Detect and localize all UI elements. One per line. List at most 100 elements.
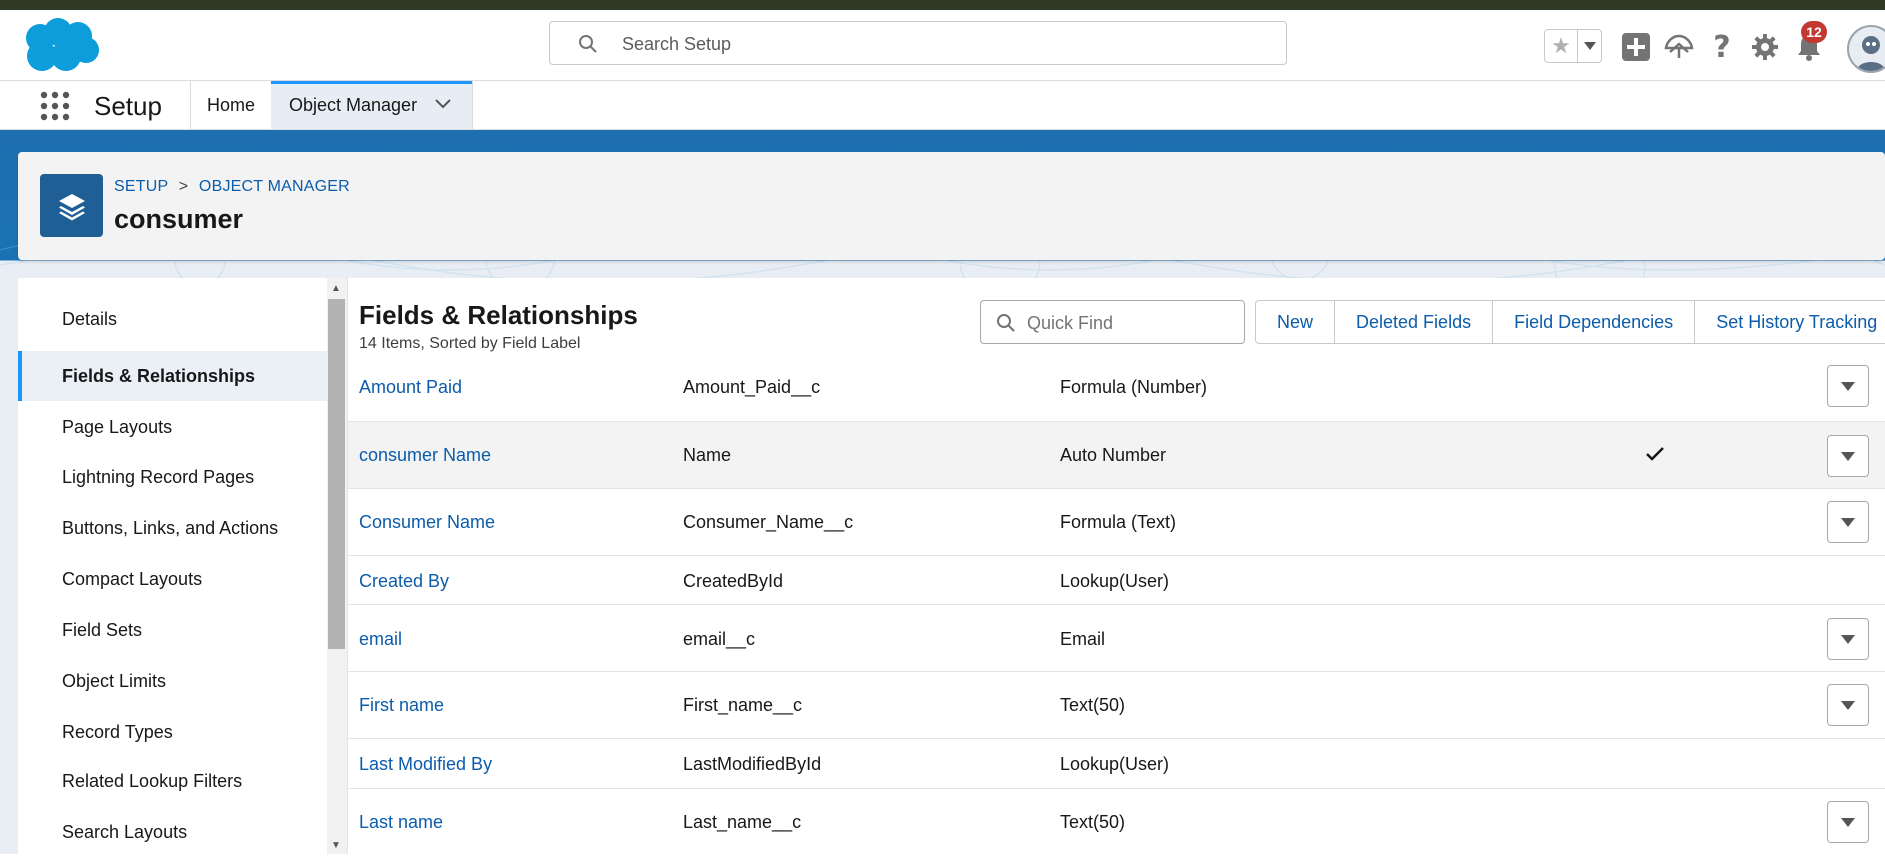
section-subtitle: 14 Items, Sorted by Field Label — [359, 335, 581, 352]
sidebar-item-related-lookup-filters[interactable]: Related Lookup Filters — [18, 756, 327, 806]
table-row: Amount Paid Amount_Paid__c Formula (Numb… — [348, 360, 1885, 422]
field-api-name: Amount_Paid__c — [683, 377, 821, 397]
field-data-type: Text(50) — [1060, 695, 1126, 715]
app-name: Setup — [94, 91, 162, 121]
sidebar-item-field-sets[interactable]: Field Sets — [18, 605, 327, 655]
field-api-name: Name — [683, 445, 732, 465]
field-data-type: Auto Number — [1060, 445, 1167, 465]
field-label-link[interactable]: email — [359, 629, 402, 650]
table-row: Created By CreatedById Lookup(User) — [348, 556, 1885, 605]
table-row: consumer Name Name Auto Number — [348, 422, 1885, 489]
search-icon — [579, 35, 597, 53]
row-actions-button[interactable] — [1827, 801, 1869, 843]
scroll-up-arrow-icon[interactable]: ▲ — [331, 283, 341, 294]
global-actions-add-icon[interactable] — [1619, 30, 1653, 64]
sidebar-item-fields-relationships[interactable]: Fields & Relationships — [18, 351, 327, 401]
user-avatar[interactable] — [1847, 25, 1885, 73]
table-row: Last Modified By LastModifiedById Lookup… — [348, 739, 1885, 789]
row-actions-button[interactable] — [1827, 365, 1869, 407]
field-label-link[interactable]: Consumer Name — [359, 512, 495, 533]
breadcrumb: SETUP > OBJECT MANAGER — [114, 178, 350, 196]
notification-count-badge: 12 — [1801, 21, 1827, 43]
field-data-type: Email — [1060, 629, 1106, 649]
field-label-link[interactable]: consumer Name — [359, 445, 491, 466]
sidebar-item-buttons-links-actions[interactable]: Buttons, Links, and Actions — [18, 503, 327, 553]
breadcrumb-setup-link[interactable]: SETUP — [114, 178, 168, 195]
browser-top-strip — [0, 0, 1885, 10]
setup-search-box[interactable] — [549, 21, 1287, 66]
field-label-link[interactable]: Last name — [359, 812, 443, 833]
object-layers-icon — [40, 174, 103, 237]
chevron-down-icon[interactable] — [434, 98, 452, 110]
field-label-link[interactable]: First name — [359, 695, 444, 716]
deleted-fields-button[interactable]: Deleted Fields — [1335, 301, 1494, 343]
field-label-link[interactable]: Amount Paid — [359, 377, 462, 398]
setup-gear-icon[interactable] — [1748, 30, 1782, 64]
field-label-link[interactable]: Created By — [359, 571, 449, 592]
chevron-down-icon — [1841, 451, 1855, 461]
field-data-type: Lookup(User) — [1060, 754, 1170, 774]
object-header: SETUP > OBJECT MANAGER consumer — [18, 152, 1885, 260]
section-title: Fields & Relationships — [359, 300, 638, 330]
field-data-type: Lookup(User) — [1060, 571, 1170, 591]
sidebar-item-lightning-record-pages[interactable]: Lightning Record Pages — [18, 452, 327, 502]
field-data-type: Text(50) — [1060, 812, 1126, 832]
field-data-type: Formula (Number) — [1060, 377, 1208, 397]
new-button[interactable]: New — [1256, 301, 1336, 343]
tab-home[interactable]: Home — [191, 81, 271, 129]
field-api-name: email__c — [683, 629, 756, 649]
sidebar-item-object-limits[interactable]: Object Limits — [18, 656, 327, 706]
chevron-down-icon — [1841, 700, 1855, 710]
chevron-down-icon — [1841, 817, 1855, 827]
field-data-type: Formula (Text) — [1060, 512, 1177, 532]
row-actions-button[interactable] — [1827, 684, 1869, 726]
help-icon[interactable]: ? — [1705, 30, 1739, 65]
quick-find-box[interactable] — [980, 300, 1245, 345]
page-title: consumer — [114, 204, 244, 234]
table-row: First name First_name__c Text(50) — [348, 672, 1885, 739]
quick-find-input[interactable] — [1025, 301, 1239, 345]
sidebar-item-search-layouts[interactable]: Search Layouts — [18, 807, 327, 857]
field-api-name: CreatedById — [683, 571, 784, 591]
search-icon — [997, 314, 1015, 332]
row-actions-button[interactable] — [1827, 618, 1869, 660]
scroll-down-arrow-icon[interactable]: ▼ — [331, 840, 341, 851]
tab-object-manager[interactable]: Object Manager — [271, 81, 472, 129]
app-launcher-icon[interactable] — [39, 90, 71, 122]
sidebar-item-compact-layouts[interactable]: Compact Layouts — [18, 554, 327, 604]
field-api-name: Consumer_Name__c — [683, 512, 854, 532]
field-api-name: Last_name__c — [683, 812, 802, 832]
field-dependencies-button[interactable]: Field Dependencies — [1493, 301, 1696, 343]
breadcrumb-separator: > — [178, 178, 189, 195]
sidebar-item-record-types[interactable]: Record Types — [18, 707, 327, 757]
field-label-link[interactable]: Last Modified By — [359, 754, 492, 775]
breadcrumb-object-manager-link[interactable]: OBJECT MANAGER — [199, 178, 350, 195]
table-row: Last name Last_name__c Text(50) — [348, 789, 1885, 854]
sidebar-scrollbar-thumb[interactable] — [328, 299, 345, 649]
global-header: ★ ? 12 — [0, 10, 1885, 81]
sidebar-item-details[interactable]: Details — [18, 294, 327, 344]
app-navigation-bar: Setup Home Object Manager — [0, 81, 1885, 130]
favorites-group: ★ — [1544, 29, 1602, 63]
field-api-name: First_name__c — [683, 695, 803, 715]
row-actions-button[interactable] — [1827, 435, 1869, 477]
tab-object-manager-label: Object Manager — [289, 95, 418, 115]
table-row: Consumer Name Consumer_Name__c Formula (… — [348, 489, 1885, 556]
sidebar-item-page-layouts[interactable]: Page Layouts — [18, 402, 327, 452]
chevron-down-icon — [1841, 634, 1855, 644]
trailhead-guidance-icon[interactable] — [1662, 30, 1696, 64]
table-row: email email__c Email — [348, 605, 1885, 672]
set-history-tracking-button[interactable]: Set History Tracking — [1695, 301, 1885, 343]
search-input[interactable] — [620, 22, 1264, 66]
salesforce-logo[interactable] — [20, 16, 102, 74]
row-actions-button[interactable] — [1827, 501, 1869, 543]
field-api-name: LastModifiedById — [683, 754, 822, 774]
action-button-group: New Deleted Fields Field Dependencies Se… — [1255, 300, 1885, 344]
chevron-down-icon — [1841, 517, 1855, 527]
nav-divider — [472, 81, 473, 129]
object-sidebar: Details Fields & Relationships Page Layo… — [18, 278, 327, 854]
favorites-star-icon[interactable]: ★ — [1545, 30, 1578, 62]
favorites-dropdown-icon[interactable] — [1578, 30, 1601, 62]
chevron-down-icon — [1841, 381, 1855, 391]
indexed-checkmark-icon — [1646, 447, 1664, 461]
